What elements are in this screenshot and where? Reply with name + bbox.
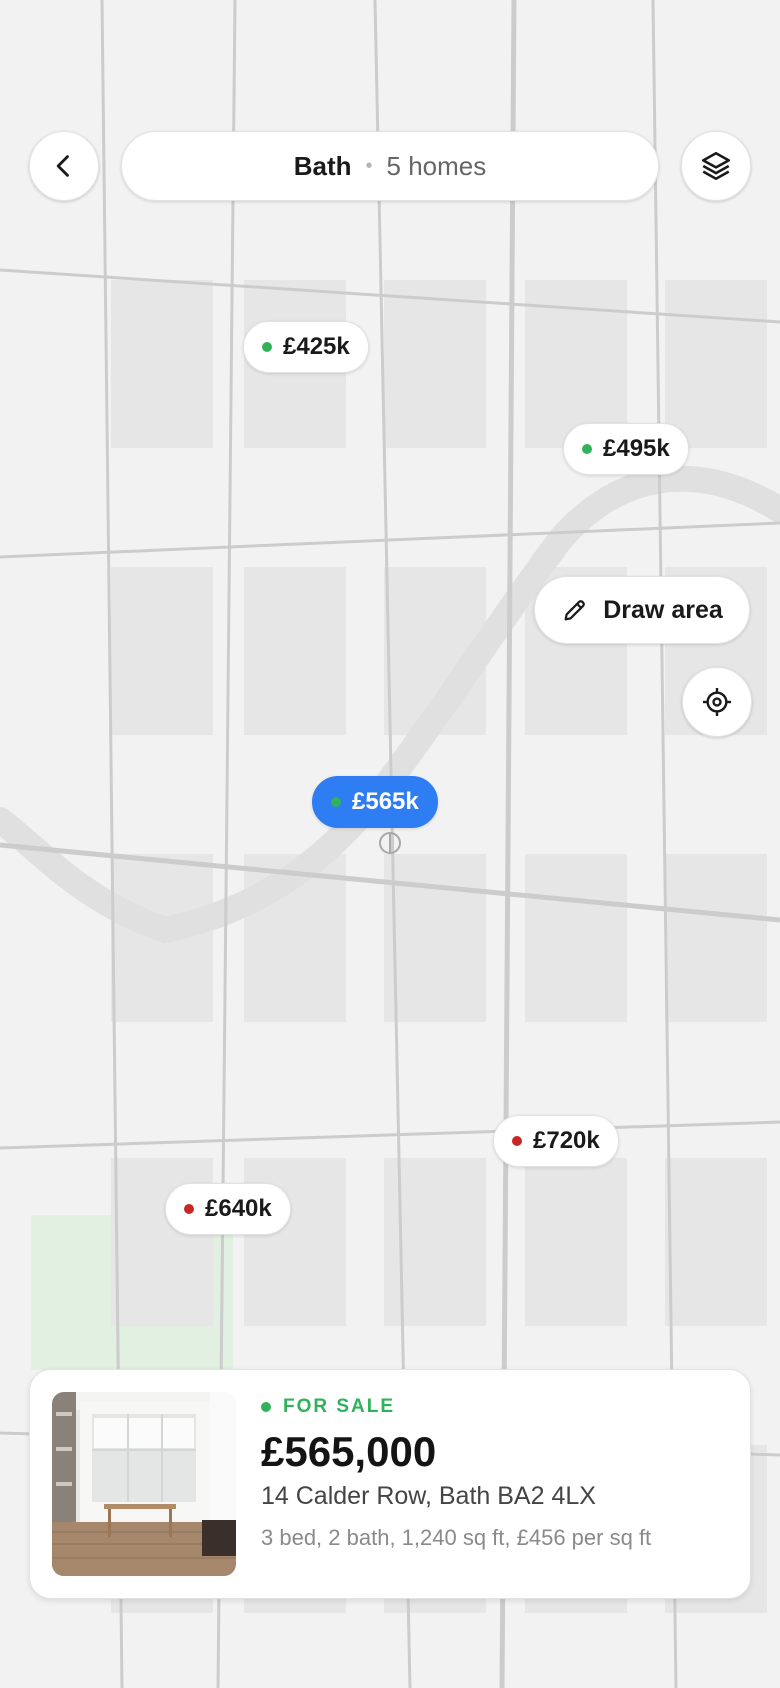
pin-label: £640k	[205, 1195, 272, 1222]
listing-photo[interactable]	[52, 1392, 236, 1576]
layers-button[interactable]	[681, 131, 751, 201]
listing-status: FOR SALE	[261, 1396, 730, 1418]
status-dot	[512, 1136, 522, 1146]
listing-price: £565,000	[261, 1428, 437, 1475]
listing-info: FOR SALE £565,000 14 Calder Row, Bath BA…	[261, 1396, 730, 1551]
pin-label: £720k	[533, 1127, 600, 1154]
status-dot	[331, 797, 341, 807]
status-dot	[582, 444, 592, 454]
search-summary-pill[interactable]: Bath • 5 homes	[121, 131, 659, 201]
draw-area-button[interactable]: Draw area	[534, 576, 750, 644]
status-dot	[262, 342, 272, 352]
locate-me-button[interactable]	[682, 667, 752, 737]
draw-area-label: Draw area	[603, 595, 723, 624]
status-dot	[261, 1402, 271, 1412]
pin-label: £495k	[603, 435, 670, 462]
listing-details: 3 bed, 2 bath, 1,240 sq ft, £456 per sq …	[261, 1525, 652, 1550]
layers-icon	[701, 151, 731, 181]
location-name: Bath	[293, 150, 352, 181]
pencil-icon	[564, 600, 586, 621]
back-button[interactable]	[29, 131, 99, 201]
status-dot	[184, 1204, 194, 1214]
crosshair-icon	[703, 688, 731, 716]
price-pin-425k[interactable]: £425k	[243, 321, 369, 373]
price-pin-565k-selected[interactable]: £565k	[312, 776, 438, 828]
price-pin-720k[interactable]: £720k	[493, 1115, 619, 1167]
listing-status-text: FOR SALE	[283, 1396, 396, 1417]
price-pin-640k[interactable]: £640k	[165, 1183, 291, 1235]
price-pin-495k[interactable]: £495k	[563, 423, 689, 475]
separator-dot: •	[365, 154, 373, 177]
pin-label: £425k	[283, 333, 350, 360]
listing-card[interactable]: FOR SALE £565,000 14 Calder Row, Bath BA…	[29, 1369, 751, 1599]
pin-label: £565k	[352, 788, 419, 815]
chevron-left-icon	[56, 155, 69, 177]
listing-address: 14 Calder Row, Bath BA2 4LX	[261, 1482, 596, 1510]
home-count: 5 homes	[386, 150, 487, 181]
room-photo	[52, 1392, 236, 1576]
